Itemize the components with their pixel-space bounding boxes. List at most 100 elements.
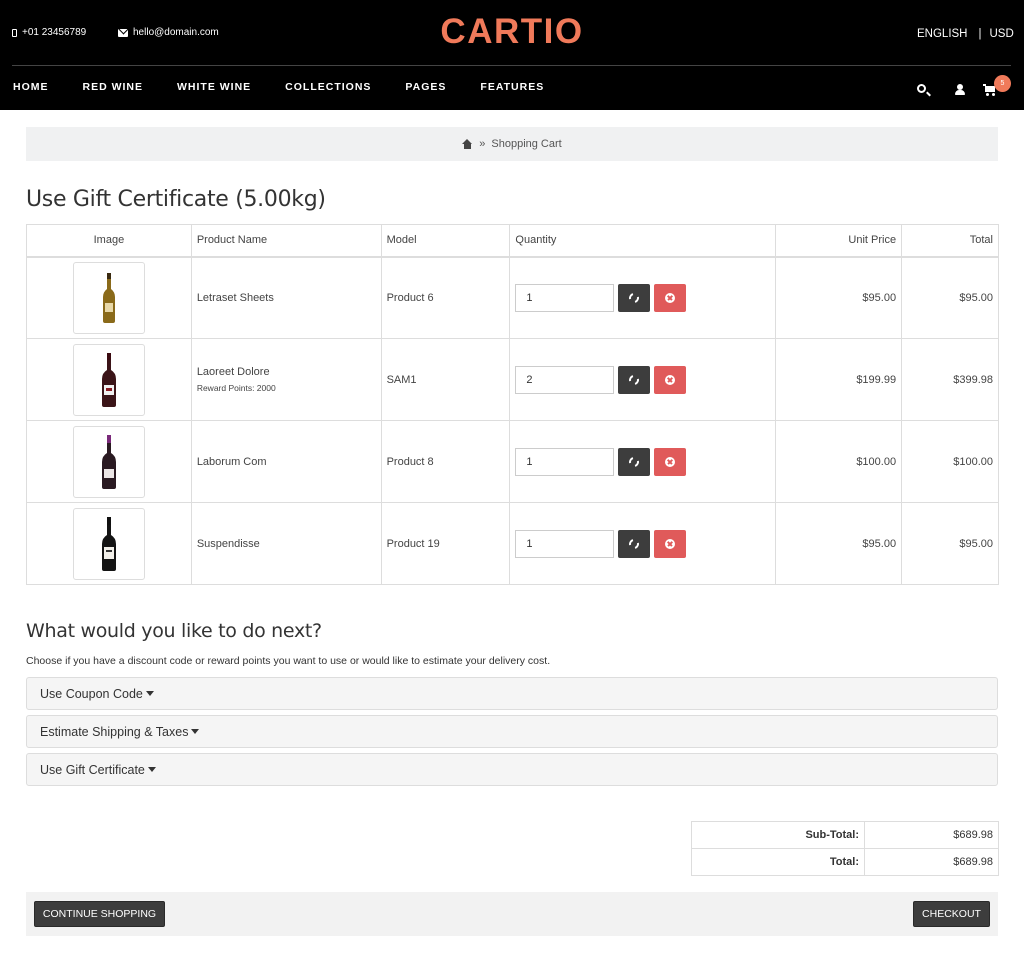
- red-wine-bottle-icon: [101, 352, 116, 407]
- update-quantity-button[interactable]: [618, 365, 651, 394]
- remove-item-button[interactable]: [654, 283, 687, 312]
- shipping-accordion-label: Estimate Shipping & Taxes: [40, 724, 189, 739]
- cart-actions-bar: CONTINUE SHOPPING CHECKOUT: [26, 892, 998, 936]
- unit-price: $95.00: [775, 502, 903, 585]
- white-wine-bottle-icon: [102, 272, 115, 323]
- language-selector[interactable]: ENGLISH: [917, 28, 968, 40]
- unit-price: $95.00: [775, 256, 903, 339]
- update-quantity-button[interactable]: [618, 447, 651, 476]
- product-name-link[interactable]: Laborum Com: [197, 456, 381, 468]
- quantity-input[interactable]: [515, 365, 615, 394]
- table-row: Laoreet Dolore Reward Points: 2000 SAM1 $…: [26, 338, 999, 421]
- product-thumbnail[interactable]: [72, 261, 145, 334]
- line-total: $95.00: [901, 502, 999, 585]
- refresh-icon: [627, 372, 642, 387]
- product-model: SAM1: [380, 338, 511, 421]
- gift-certificate-accordion[interactable]: Use Gift Certificate: [26, 753, 998, 786]
- breadcrumb-current[interactable]: Shopping Cart: [491, 138, 561, 150]
- quantity-input[interactable]: [515, 529, 615, 558]
- nav-white-wine[interactable]: WHITE WINE: [177, 81, 251, 93]
- header-actions: 5: [917, 75, 1017, 100]
- next-steps-heading: What would you like to do next?: [26, 620, 322, 642]
- table-row: Laborum Com Product 8 $100.00 $100.00: [26, 420, 999, 503]
- shipping-accordion[interactable]: Estimate Shipping & Taxes: [26, 715, 998, 748]
- totals-table: Sub-Total: $689.98 Total: $689.98: [691, 821, 999, 876]
- product-thumbnail[interactable]: [72, 425, 145, 498]
- caret-down-icon: [191, 729, 200, 734]
- nav-pages[interactable]: PAGES: [405, 81, 446, 93]
- cart-count-badge: 5: [994, 75, 1011, 92]
- table-row: Letraset Sheets Product 6 $95.00 $95.00: [26, 256, 999, 339]
- header-model: Model: [380, 224, 511, 257]
- line-total: $399.98: [901, 338, 999, 421]
- gift-certificate-accordion-label: Use Gift Certificate: [40, 762, 145, 777]
- subtotal-row: Sub-Total: $689.98: [691, 821, 999, 849]
- purple-wine-bottle-icon: [101, 434, 116, 489]
- subtotal-label: Sub-Total:: [691, 821, 865, 849]
- total-row: Total: $689.98: [691, 848, 999, 876]
- site-header: +01 23456789 hello@domain.com CARTIO ENG…: [0, 0, 1024, 110]
- subtotal-value: $689.98: [864, 821, 999, 849]
- caret-down-icon: [147, 767, 156, 772]
- refresh-icon: [627, 454, 642, 469]
- line-total: $100.00: [901, 420, 999, 503]
- header-divider: [12, 65, 1011, 66]
- cart-header-row: Image Product Name Model Quantity Unit P…: [26, 224, 999, 257]
- product-name-link[interactable]: Suspendisse: [197, 538, 381, 550]
- product-name-link[interactable]: Letraset Sheets: [197, 292, 381, 304]
- remove-circle-icon: [665, 456, 676, 467]
- unit-price: $199.99: [775, 338, 903, 421]
- top-bar: +01 23456789 hello@domain.com CARTIO ENG…: [0, 0, 1024, 65]
- remove-circle-icon: [665, 292, 676, 303]
- unit-price: $100.00: [775, 420, 903, 503]
- caret-down-icon: [145, 691, 154, 696]
- header-image: Image: [26, 224, 192, 257]
- breadcrumb-separator: »: [479, 138, 486, 150]
- refresh-icon: [627, 536, 642, 551]
- user-icon[interactable]: [954, 84, 966, 96]
- reward-points: Reward Points: 2000: [196, 383, 276, 393]
- remove-circle-icon: [665, 538, 676, 549]
- checkout-button[interactable]: CHECKOUT: [913, 901, 990, 927]
- home-icon[interactable]: [462, 139, 473, 149]
- next-steps-description: Choose if you have a discount code or re…: [26, 655, 551, 667]
- remove-item-button[interactable]: [654, 529, 687, 558]
- site-logo[interactable]: CARTIO: [0, 12, 1024, 52]
- nav-home[interactable]: HOME: [13, 81, 49, 93]
- header-unit-price: Unit Price: [775, 224, 903, 257]
- breadcrumb: » Shopping Cart: [26, 127, 998, 161]
- page-title: Use Gift Certificate (5.00kg): [26, 187, 326, 212]
- product-model: Product 19: [380, 502, 511, 585]
- remove-circle-icon: [665, 374, 676, 385]
- update-quantity-button[interactable]: [618, 283, 651, 312]
- search-icon[interactable]: [917, 84, 926, 93]
- product-name-link[interactable]: Laoreet Dolore: [197, 366, 381, 378]
- continue-shopping-button[interactable]: CONTINUE SHOPPING: [34, 901, 165, 927]
- coupon-accordion[interactable]: Use Coupon Code: [26, 677, 998, 710]
- header-product-name: Product Name: [190, 224, 382, 257]
- update-quantity-button[interactable]: [618, 529, 651, 558]
- nav-collections[interactable]: COLLECTIONS: [285, 81, 371, 93]
- product-model: Product 8: [380, 420, 511, 503]
- nav-features[interactable]: FEATURES: [480, 81, 544, 93]
- locale-separator: |: [978, 28, 982, 40]
- nav-red-wine[interactable]: RED WINE: [83, 81, 144, 93]
- currency-selector[interactable]: USD: [990, 28, 1014, 40]
- dark-wine-bottle-icon: [101, 516, 116, 571]
- product-model: Product 6: [380, 256, 511, 339]
- header-quantity: Quantity: [509, 224, 777, 257]
- remove-item-button[interactable]: [654, 447, 687, 476]
- quantity-input[interactable]: [515, 283, 615, 312]
- quantity-input[interactable]: [515, 447, 615, 476]
- refresh-icon: [627, 290, 642, 305]
- cart-table: Image Product Name Model Quantity Unit P…: [26, 224, 999, 585]
- product-thumbnail[interactable]: [72, 507, 145, 580]
- total-label: Total:: [691, 848, 865, 876]
- main-nav: HOME RED WINE WHITE WINE COLLECTIONS PAG…: [13, 81, 578, 93]
- header-total: Total: [901, 224, 999, 257]
- coupon-accordion-label: Use Coupon Code: [40, 686, 143, 701]
- product-thumbnail[interactable]: [72, 343, 145, 416]
- line-total: $95.00: [901, 256, 999, 339]
- remove-item-button[interactable]: [654, 365, 687, 394]
- table-row: Suspendisse Product 19 $95.00 $95.00: [26, 502, 999, 585]
